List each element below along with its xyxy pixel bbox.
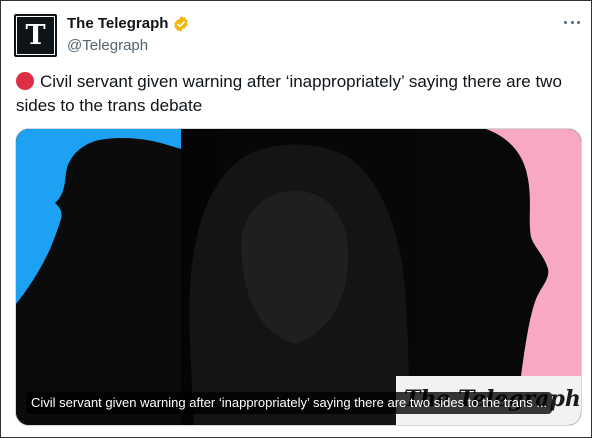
more-horizontal-icon[interactable] (562, 12, 582, 32)
image-caption: Civil servant given warning after ‘inapp… (26, 392, 553, 414)
tweet-text-body: Civil servant given warning after ‘inapp… (16, 72, 562, 115)
tweet-text: Civil servant given warning after ‘inapp… (16, 70, 576, 118)
more-dot (570, 20, 574, 24)
avatar[interactable]: T (14, 14, 57, 57)
display-name[interactable]: The Telegraph (67, 15, 168, 32)
more-dot (577, 20, 580, 24)
verified-badge-icon (174, 16, 188, 32)
media-image[interactable]: The Telegraph Civil servant given warnin… (15, 128, 582, 426)
tweet-card[interactable]: T The Telegraph @Telegraph Civil servant… (0, 0, 592, 438)
handle[interactable]: @Telegraph (67, 37, 148, 54)
avatar-letter: T (25, 20, 46, 51)
more-dot (564, 20, 567, 24)
avatar-frame: T (16, 16, 55, 55)
red-circle-icon (16, 72, 34, 90)
